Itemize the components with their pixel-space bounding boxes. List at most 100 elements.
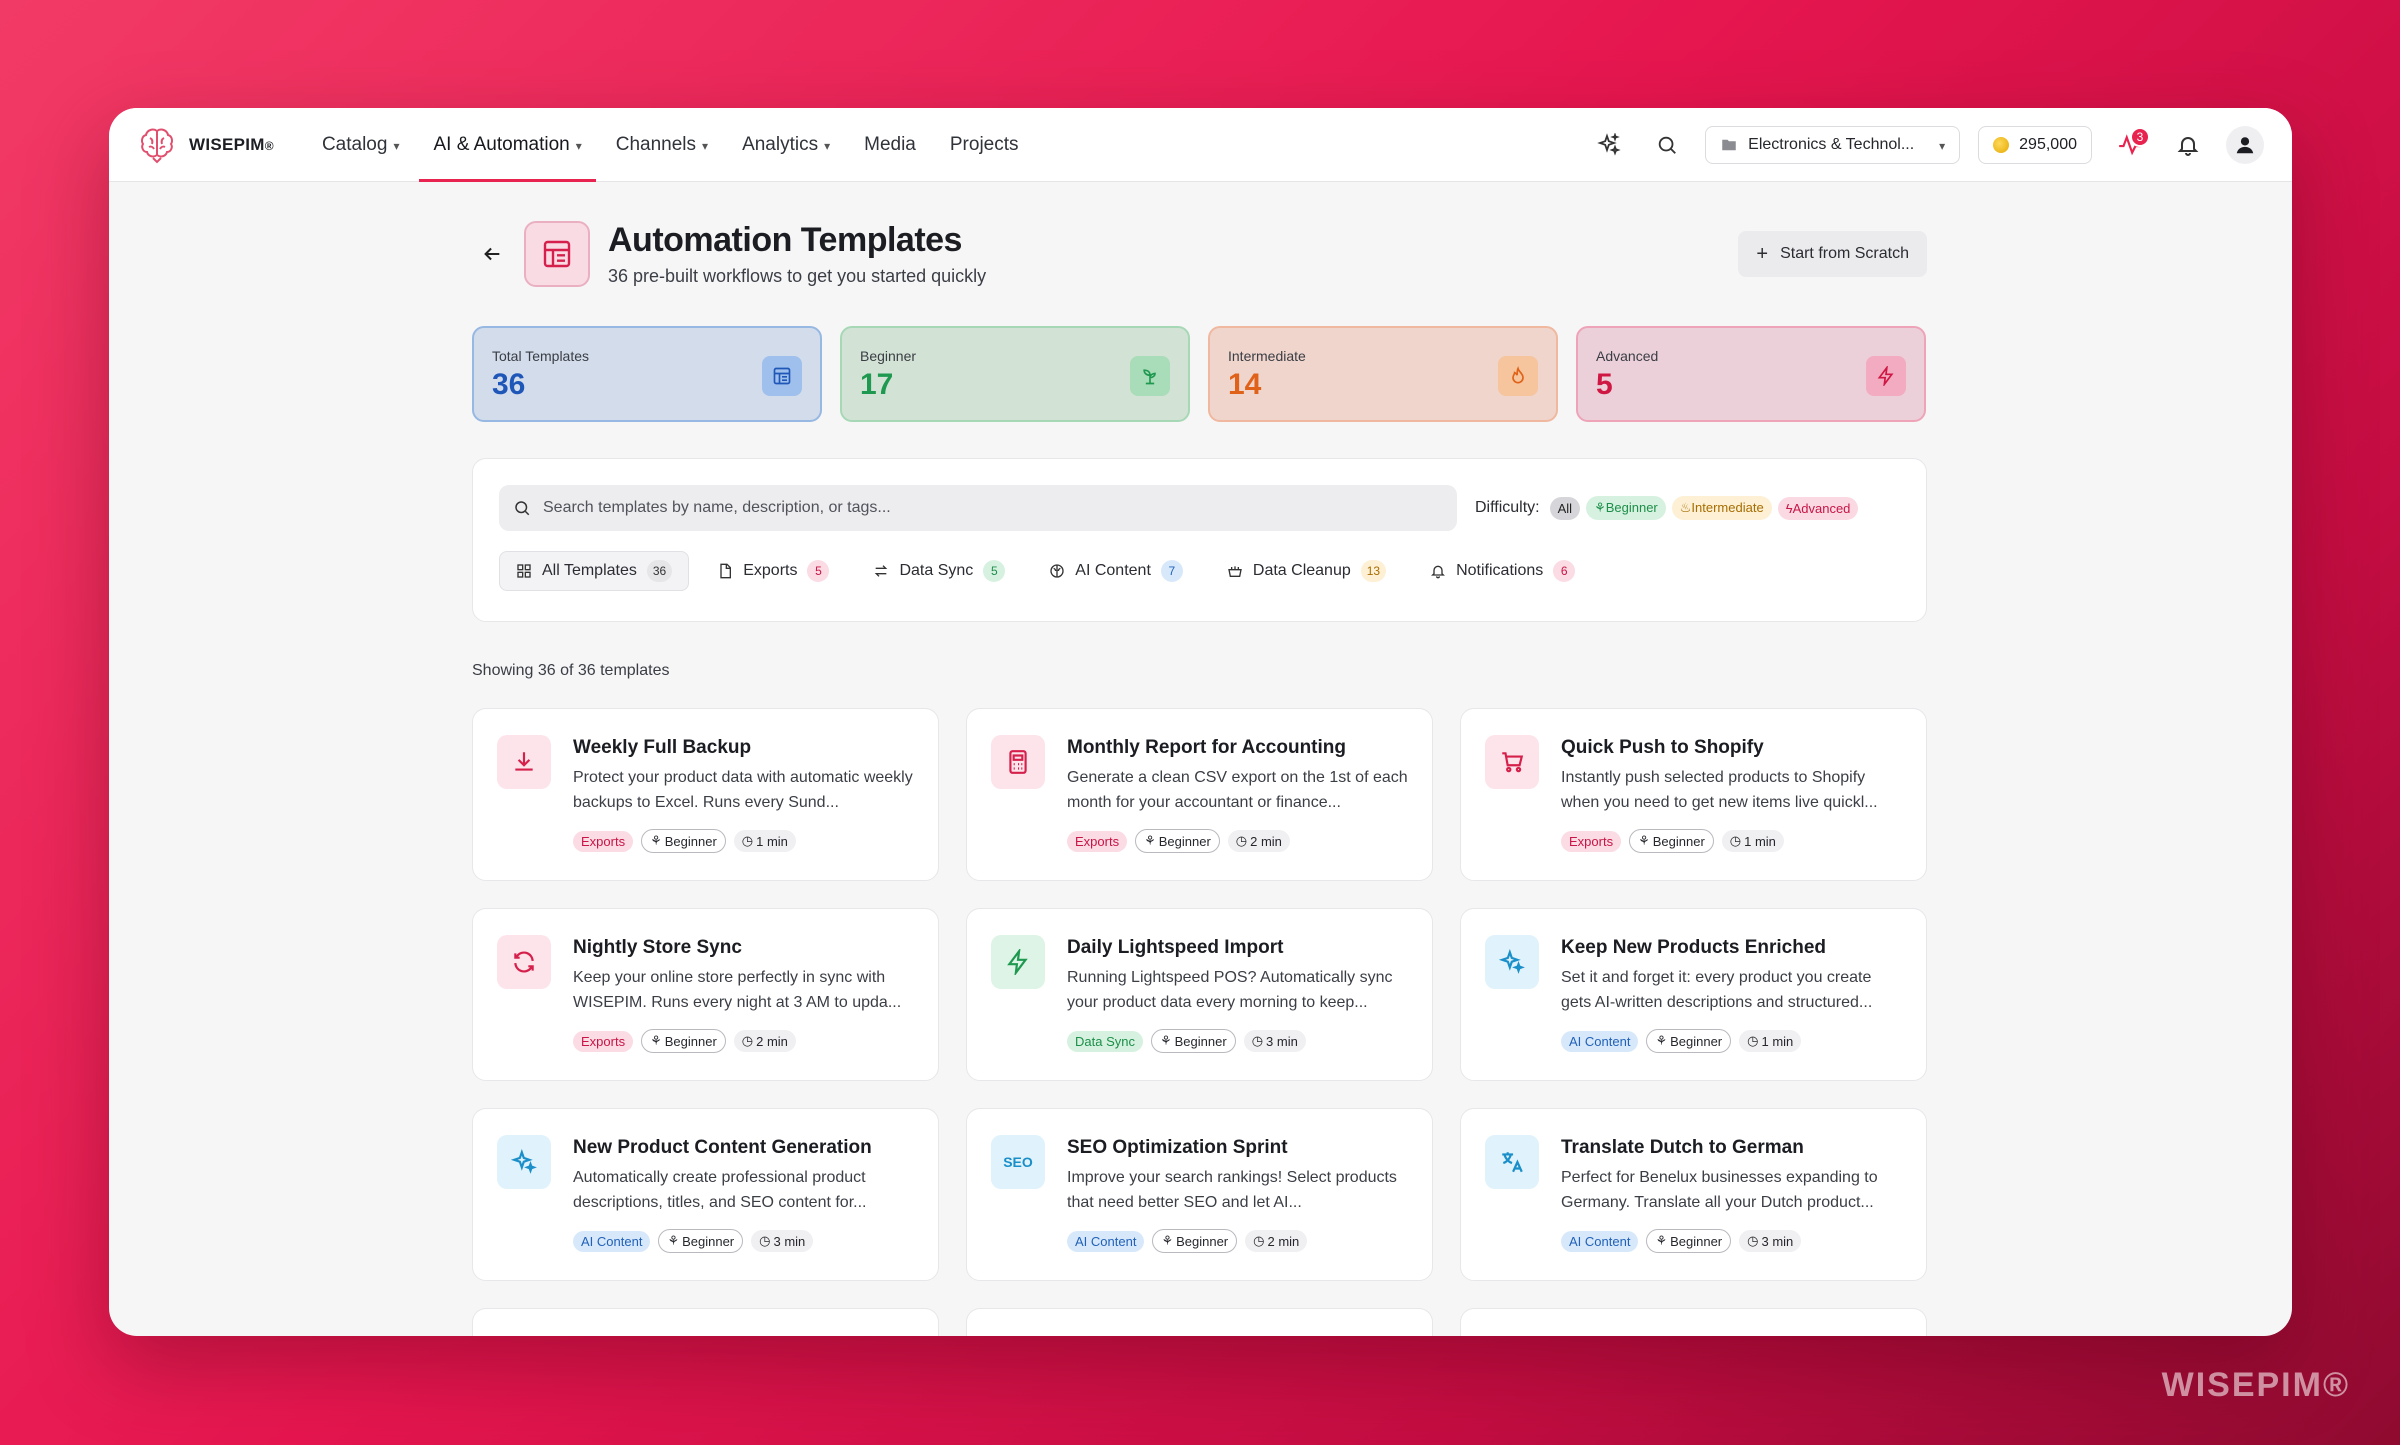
sparkles-icon <box>1485 935 1539 989</box>
tab-exports[interactable]: Exports 5 <box>701 551 845 591</box>
plus-icon: + <box>1756 243 1769 265</box>
search-button[interactable] <box>1647 125 1687 165</box>
tab-label: Data Cleanup <box>1252 562 1351 579</box>
difficulty-advanced[interactable]: ϟAdvanced <box>1777 496 1859 520</box>
tab-count: 5 <box>807 560 830 582</box>
nav-ai-automation[interactable]: AI & Automation ▾ <box>419 108 597 182</box>
template-card[interactable]: Daily Lightspeed Import Running Lightspe… <box>966 908 1433 1081</box>
template-card[interactable]: Quick Push to Shopify Instantly push sel… <box>1460 708 1927 881</box>
level-label: Beginner <box>1670 1233 1723 1249</box>
tab-all-templates[interactable]: All Templates 36 <box>499 551 690 591</box>
nav-channels[interactable]: Channels ▾ <box>602 108 722 181</box>
category-tag: Exports <box>573 1030 634 1052</box>
level-tag: ⚘ Beginner <box>641 829 726 853</box>
start-from-scratch-button[interactable]: + Start from Scratch <box>1738 231 1927 277</box>
notifications-button[interactable] <box>2168 125 2208 165</box>
search-icon <box>515 501 530 516</box>
template-card[interactable]: SEO SEO Optimization Sprint Improve your… <box>966 1108 1433 1281</box>
page-header: Automation Templates 36 pre-built workfl… <box>472 218 1927 290</box>
bell-icon <box>1431 565 1446 579</box>
stat-intermediate[interactable]: Intermediate 14 <box>1208 326 1558 422</box>
template-title: Monthly Report for Accounting <box>1067 737 1346 758</box>
template-card[interactable]: Nightly Store Sync Keep your online stor… <box>472 908 939 1081</box>
nav-media[interactable]: Media <box>850 108 930 181</box>
template-description: Instantly push selected products to Shop… <box>1561 769 1878 811</box>
templates-grid: Weekly Full Backup Protect your product … <box>472 708 1927 1336</box>
template-tags: Exports ⚘ Beginner ◷ 1 min <box>573 829 914 853</box>
time-tag: ◷ 2 min <box>1227 830 1290 852</box>
level-label: Beginner <box>664 833 717 849</box>
level-tag: ⚘ Beginner <box>658 1229 744 1253</box>
bolt-icon <box>1866 356 1906 396</box>
user-avatar[interactable] <box>2226 125 2264 164</box>
tab-count: 6 <box>1553 560 1576 582</box>
stat-label: Total Templates <box>492 348 590 364</box>
workspace-selector[interactable]: Electronics & Technol... ▾ <box>1705 125 1961 164</box>
template-description: Set it and forget it: every product you … <box>1561 969 1873 1011</box>
tab-ai-content[interactable]: AI Content 7 <box>1033 551 1199 591</box>
ai-assistant-button[interactable] <box>1589 125 1629 165</box>
tab-label: Exports <box>743 562 798 579</box>
credits-display[interactable]: 295,000 <box>1978 125 2092 164</box>
tab-data-cleanup[interactable]: Data Cleanup 13 <box>1211 551 1402 591</box>
level-tag: ⚘ Beginner <box>1150 1029 1236 1053</box>
template-card[interactable]: Translate Dutch to German Perfect for Be… <box>1460 1108 1927 1281</box>
category-tag: Exports <box>1067 830 1128 852</box>
refresh-icon <box>497 935 551 989</box>
template-card[interactable]: New Product Content Generation Automatic… <box>472 1108 939 1281</box>
bell-icon <box>2177 136 2199 156</box>
level-tag: ⚘ Beginner <box>641 1029 726 1053</box>
nav-analytics[interactable]: Analytics ▾ <box>728 108 844 181</box>
template-icon <box>524 221 590 287</box>
nav-catalog[interactable]: Catalog ▾ <box>308 108 414 181</box>
template-tags: Data Sync ⚘ Beginner ◷ 3 min <box>1067 1029 1408 1053</box>
level-tag: ⚘ Beginner <box>1629 829 1714 853</box>
template-title: New Product Content Generation <box>573 1137 872 1158</box>
scratch-label: Start from Scratch <box>1780 245 1909 262</box>
filter-row: Search templates by name, description, o… <box>499 485 1900 531</box>
level-tag: ⚘ Beginner <box>1646 1229 1732 1253</box>
arrows-icon <box>875 565 888 577</box>
difficulty-advanced-label: Advanced <box>1792 500 1851 516</box>
difficulty-intermediate-label: Intermediate <box>1691 500 1764 515</box>
main-nav: Catalog ▾ AI & Automation ▾ Channels ▾ Anal… <box>308 108 1039 182</box>
stat-value: 14 <box>1228 368 1262 401</box>
time-tag: ◷ 1 min <box>733 830 796 852</box>
time-label: 2 min <box>756 1033 788 1049</box>
template-card-partial[interactable] <box>1460 1308 1927 1336</box>
arrow-left-icon <box>484 247 500 261</box>
nav-label: Projects <box>949 133 1019 155</box>
difficulty-beginner[interactable]: ⚘Beginner <box>1586 496 1666 520</box>
template-title: Keep New Products Enriched <box>1561 937 1827 958</box>
category-tag: Data Sync <box>1067 1030 1143 1052</box>
template-tags: Exports ⚘ Beginner ◷ 1 min <box>1561 829 1902 853</box>
category-tag: AI Content <box>1067 1230 1145 1252</box>
difficulty-intermediate[interactable]: ♨Intermediate <box>1671 496 1772 520</box>
search-input[interactable]: Search templates by name, description, o… <box>499 485 1457 531</box>
template-card-partial[interactable] <box>966 1308 1433 1336</box>
stat-beginner[interactable]: Beginner 17 <box>840 326 1190 422</box>
tab-data-sync[interactable]: Data Sync 5 <box>857 551 1021 591</box>
stat-advanced[interactable]: Advanced 5 <box>1576 326 1926 422</box>
brain-logo-icon <box>141 128 173 163</box>
template-card[interactable]: Monthly Report for Accounting Generate a… <box>966 708 1433 881</box>
template-description: Running Lightspeed POS? Automatically sy… <box>1067 969 1393 1011</box>
nav-label: Catalog <box>321 133 388 155</box>
stat-total-templates[interactable]: Total Templates 36 <box>472 326 822 422</box>
difficulty-all[interactable]: All <box>1549 496 1581 520</box>
activity-button[interactable]: 3 <box>2110 125 2150 165</box>
back-button[interactable] <box>472 234 512 274</box>
stat-value: 5 <box>1596 368 1613 401</box>
template-card-partial[interactable] <box>472 1308 939 1336</box>
template-card[interactable]: Weekly Full Backup Protect your product … <box>472 708 939 881</box>
main-content: Automation Templates 36 pre-built workfl… <box>472 218 1927 1336</box>
template-title: Daily Lightspeed Import <box>1067 937 1284 958</box>
tab-notifications[interactable]: Notifications 6 <box>1414 551 1591 591</box>
filter-panel: Search templates by name, description, o… <box>472 458 1927 622</box>
template-title: Nightly Store Sync <box>573 937 742 958</box>
category-tag: AI Content <box>1561 1230 1639 1252</box>
nav-projects[interactable]: Projects <box>936 108 1033 181</box>
template-card[interactable]: Keep New Products Enriched Set it and fo… <box>1460 908 1927 1081</box>
brand-logo[interactable]: WISEPIM® <box>137 125 274 165</box>
sparkles-icon <box>497 1135 551 1189</box>
